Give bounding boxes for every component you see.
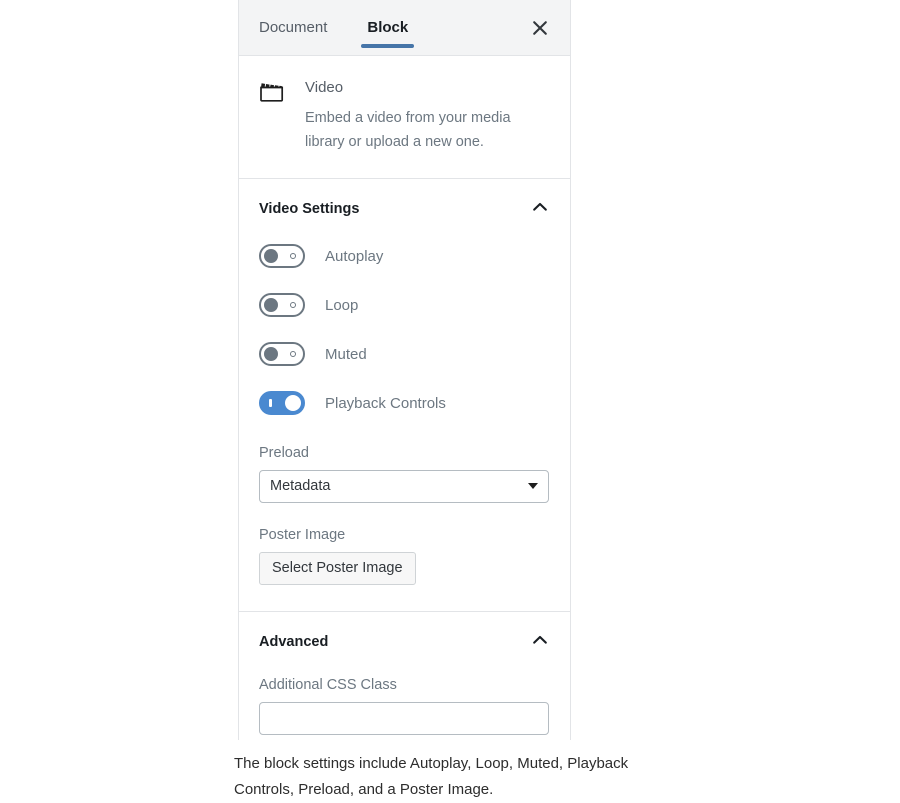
poster-image-field: Poster Image Select Poster Image bbox=[259, 527, 550, 585]
panel-video-settings-header[interactable]: Video Settings bbox=[239, 179, 570, 234]
panel-video-settings-title: Video Settings bbox=[259, 200, 360, 217]
block-title: Video bbox=[305, 79, 344, 96]
toggle-row-playback-controls: Playback Controls bbox=[259, 385, 550, 421]
poster-image-label: Poster Image bbox=[259, 527, 346, 543]
playback-controls-toggle[interactable] bbox=[259, 391, 305, 415]
toggle-knob bbox=[285, 395, 301, 411]
video-clapperboard-icon bbox=[259, 78, 289, 154]
toggle-on-marker bbox=[269, 399, 272, 407]
preload-select-wrap: Metadata bbox=[259, 470, 549, 503]
loop-toggle[interactable] bbox=[259, 293, 305, 317]
toggle-off-marker bbox=[290, 351, 296, 357]
chevron-up-icon bbox=[530, 197, 550, 220]
select-poster-image-button[interactable]: Select Poster Image bbox=[259, 552, 416, 585]
toggle-row-muted: Muted bbox=[259, 336, 550, 372]
panel-advanced-title: Advanced bbox=[259, 633, 329, 650]
screenshot-stage: Document Block Video Embed a video from … bbox=[0, 0, 900, 798]
panel-video-settings-body: Autoplay Loop Muted Playback Controls Pr… bbox=[239, 234, 570, 611]
additional-css-class-label: Additional CSS Class bbox=[259, 677, 397, 693]
tab-block[interactable]: Block bbox=[347, 0, 428, 56]
tab-document-label: Document bbox=[259, 19, 328, 36]
autoplay-label: Autoplay bbox=[325, 247, 384, 265]
close-icon bbox=[531, 19, 549, 37]
muted-toggle[interactable] bbox=[259, 342, 305, 366]
panel-advanced-body: Additional CSS Class bbox=[239, 667, 570, 761]
autoplay-toggle[interactable] bbox=[259, 244, 305, 268]
muted-label: Muted bbox=[325, 345, 367, 363]
block-settings-sidebar: Document Block Video Embed a video from … bbox=[238, 0, 571, 740]
tab-block-label: Block bbox=[367, 19, 409, 36]
close-settings-button[interactable] bbox=[524, 12, 556, 44]
panel-advanced: Advanced Additional CSS Class bbox=[239, 612, 570, 761]
block-info-card: Video Embed a video from your media libr… bbox=[239, 56, 570, 179]
additional-css-class-input[interactable] bbox=[259, 702, 549, 735]
toggle-knob bbox=[264, 347, 278, 361]
sidebar-tab-bar: Document Block bbox=[239, 0, 570, 56]
chevron-up-icon bbox=[530, 630, 550, 653]
preload-label: Preload bbox=[259, 445, 309, 461]
figure-caption: The block settings include Autoplay, Loo… bbox=[234, 755, 629, 798]
tab-document[interactable]: Document bbox=[239, 0, 347, 56]
preload-field: Preload Metadata bbox=[259, 445, 550, 503]
additional-css-class-field: Additional CSS Class bbox=[259, 677, 550, 735]
toggle-off-marker bbox=[290, 253, 296, 259]
toggle-off-marker bbox=[290, 302, 296, 308]
toggle-row-autoplay: Autoplay bbox=[259, 238, 550, 274]
block-info-text: Video Embed a video from your media libr… bbox=[289, 78, 545, 154]
preload-select[interactable]: Metadata bbox=[259, 470, 549, 503]
playback-controls-label: Playback Controls bbox=[325, 394, 446, 412]
toggle-knob bbox=[264, 298, 278, 312]
panel-advanced-header[interactable]: Advanced bbox=[239, 612, 570, 667]
panel-video-settings: Video Settings Autoplay Loop Muted Playb… bbox=[239, 179, 570, 612]
toggle-knob bbox=[264, 249, 278, 263]
block-description: Embed a video from your media library or… bbox=[305, 110, 511, 150]
toggle-row-loop: Loop bbox=[259, 287, 550, 323]
loop-label: Loop bbox=[325, 296, 359, 314]
